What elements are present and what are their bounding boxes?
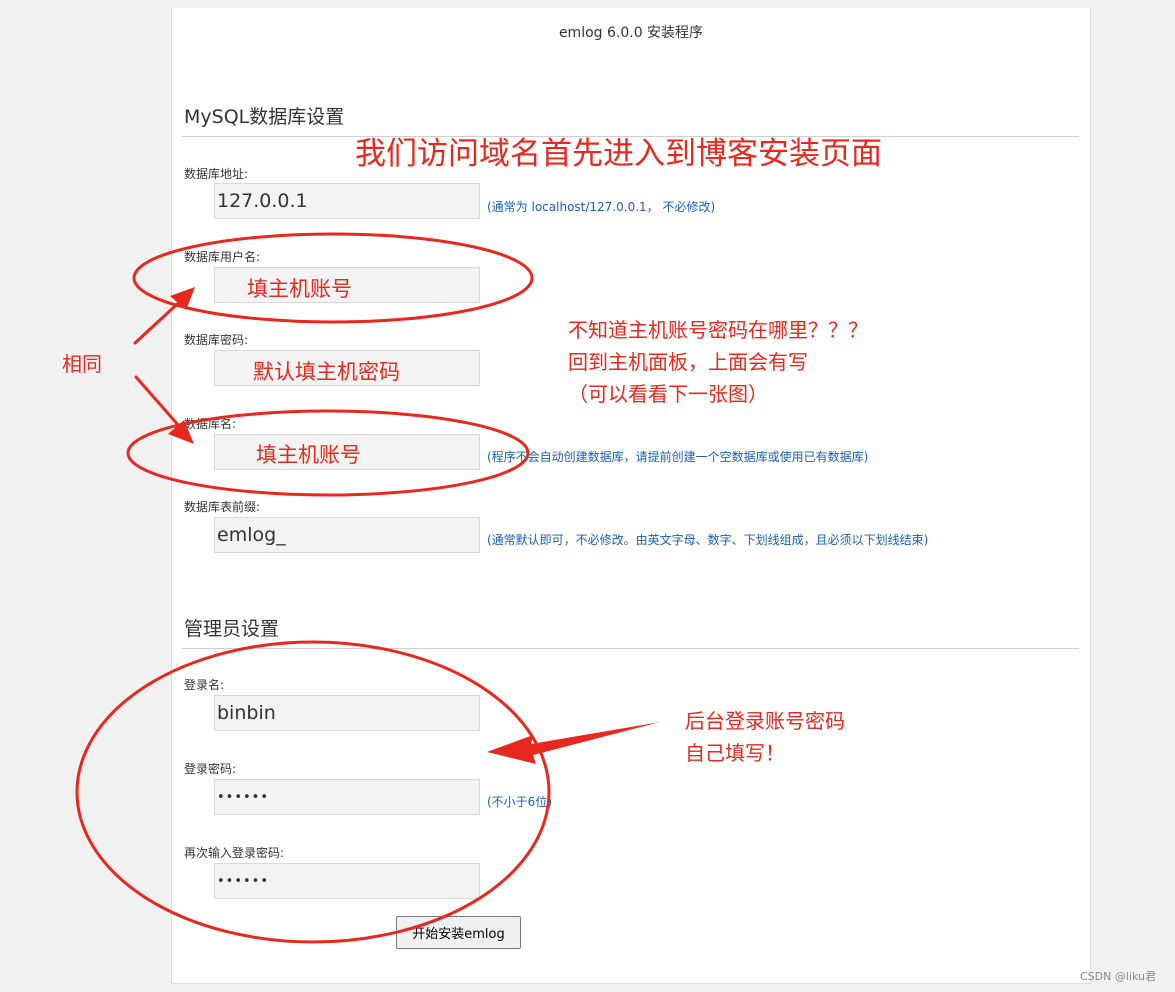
db-host-input[interactable]: [214, 183, 480, 219]
db-name-label: 数据库名:: [184, 417, 237, 431]
db-prefix-label: 数据库表前缀:: [184, 500, 261, 514]
start-install-button[interactable]: 开始安装emlog: [396, 916, 521, 949]
annotation-note: 不知道主机账号密码在哪里？？？ 回到主机面板，上面会有写 （可以看看下一张图）: [568, 314, 868, 410]
annotation-login-line: 后台登录账号密码: [685, 709, 845, 733]
db-prefix-hint: (通常默认即可，不必修改。由英文字母、数字、下划线组成，且必须以下划线结束): [487, 533, 929, 547]
csdn-watermark: CSDN @liku君: [1080, 970, 1156, 983]
login-name-input[interactable]: [214, 695, 480, 731]
annotation-note-line: 回到主机面板，上面会有写: [568, 350, 808, 374]
annotation-fill-dbname: 填主机账号: [256, 443, 361, 467]
annotation-note-line: 不知道主机账号密码在哪里？？？: [568, 318, 868, 342]
db-host-label: 数据库地址:: [184, 167, 249, 181]
db-user-label: 数据库用户名:: [184, 250, 261, 264]
confirm-password-label: 再次输入登录密码:: [184, 846, 285, 860]
annotation-fill-password: 默认填主机密码: [253, 360, 400, 384]
db-password-label: 数据库密码:: [184, 333, 249, 347]
annotation-fill-username: 填主机账号: [247, 277, 352, 301]
annotation-login: 后台登录账号密码 自己填写！: [685, 705, 845, 769]
annotation-note-line: （可以看看下一张图）: [568, 382, 768, 406]
login-password-label: 登录密码:: [184, 762, 237, 776]
page-title: emlog 6.0.0 安装程序: [558, 25, 704, 41]
annotation-same: 相同: [62, 352, 102, 376]
login-password-input[interactable]: [214, 779, 480, 815]
login-name-label: 登录名:: [184, 678, 225, 692]
annotation-login-line: 自己填写！: [685, 741, 785, 765]
admin-section-divider: [182, 648, 1079, 649]
login-password-hint: (不小于6位): [487, 795, 552, 809]
annotation-headline: 我们访问域名首先进入到博客安装页面: [355, 136, 882, 172]
db-host-hint: (通常为 localhost/127.0.0.1， 不必修改): [487, 200, 716, 214]
db-prefix-input[interactable]: [214, 517, 480, 553]
confirm-password-input[interactable]: [214, 863, 480, 899]
admin-section-heading: 管理员设置: [184, 618, 280, 640]
db-name-hint: (程序不会自动创建数据库，请提前创建一个空数据库或使用已有数据库): [487, 450, 869, 464]
mysql-section-heading: MySQL数据库设置: [184, 106, 345, 128]
